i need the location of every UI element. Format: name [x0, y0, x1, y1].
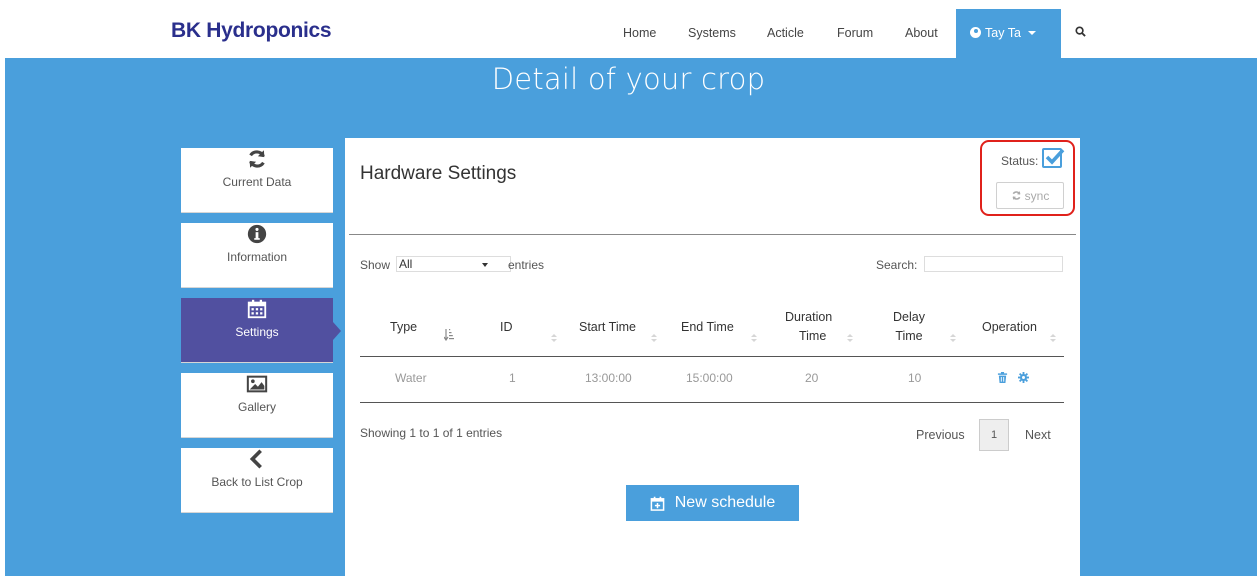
panel-title: Hardware Settings: [360, 163, 517, 184]
calendar-icon: [247, 299, 267, 319]
sidebar-label-information: Information: [226, 250, 288, 264]
sync-button[interactable]: sync: [996, 182, 1064, 209]
cell-duration: 20: [805, 371, 819, 385]
brand-logo[interactable]: BK Hydroponics: [171, 19, 332, 43]
th-start-time[interactable]: Start Time: [579, 318, 636, 337]
cell-start-time: 13:00:00: [585, 371, 632, 385]
cell-type: Water: [395, 371, 427, 385]
entries-label: entries: [508, 258, 545, 272]
table-info: Showing 1 to 1 of 1 entries: [360, 426, 503, 440]
sidebar-item-settings[interactable]: Settings: [181, 298, 341, 363]
sidebar-item-current-data[interactable]: Current Data: [181, 148, 333, 213]
th-end-time[interactable]: End Time: [681, 318, 734, 337]
cell-id: 1: [509, 371, 516, 385]
sidebar-label-back-to-list: Back to List Crop: [211, 475, 303, 489]
sidebar-label-gallery: Gallery: [237, 400, 276, 414]
pagination-page-1[interactable]: 1: [979, 419, 1009, 451]
nav-systems[interactable]: Systems: [688, 26, 736, 40]
info-icon: [247, 224, 267, 244]
sort-icon: [751, 334, 757, 344]
sort-icon: [950, 334, 956, 344]
th-operation[interactable]: Operation: [982, 318, 1037, 337]
sidebar-label-current-data: Current Data: [222, 175, 292, 189]
status-label: Status:: [1001, 154, 1039, 168]
sort-icon: [651, 334, 657, 344]
checkmark-icon: [1045, 148, 1065, 165]
trash-icon[interactable]: [997, 372, 1008, 383]
sort-icon: [551, 334, 557, 344]
table-header-divider: [360, 356, 1064, 357]
pagination-previous[interactable]: Previous: [916, 428, 965, 442]
th-duration-time[interactable]: Duration Time: [785, 308, 832, 346]
chevron-left-icon: [249, 449, 262, 469]
sidebar-item-gallery[interactable]: Gallery: [181, 373, 333, 438]
th-id[interactable]: ID: [500, 318, 513, 337]
gear-icon[interactable]: [1018, 372, 1029, 383]
refresh-icon: [249, 150, 265, 168]
user-name: Tay Ta: [985, 26, 1021, 40]
sidebar-item-back-to-list[interactable]: Back to List Crop: [181, 448, 333, 513]
entries-select-value: All: [399, 257, 413, 271]
cell-delay: 10: [908, 371, 922, 385]
image-icon: [246, 375, 268, 393]
table-bottom-divider: [360, 402, 1064, 403]
new-schedule-button[interactable]: New schedule: [626, 485, 799, 521]
pagination-next[interactable]: Next: [1025, 428, 1051, 442]
calendar-plus-icon: [650, 496, 665, 511]
sort-icon: [1050, 334, 1056, 344]
status-checkbox[interactable]: [1042, 148, 1065, 168]
crop-sidebar: Current Data Information Settings Galler…: [181, 138, 341, 513]
panel-divider: [349, 234, 1076, 235]
cell-end-time: 15:00:00: [686, 371, 733, 385]
top-navbar: BK Hydroponics Home Systems Acticle Foru…: [0, 0, 1257, 58]
page-title: Detail of your crop: [491, 62, 766, 96]
show-label: Show: [360, 258, 391, 272]
sort-icon: [847, 334, 853, 344]
user-icon: [970, 27, 981, 38]
sync-label: sync: [1024, 188, 1050, 203]
nav-home[interactable]: Home: [623, 26, 656, 40]
nav-about[interactable]: About: [905, 26, 938, 40]
th-delay-time[interactable]: Delay Time: [893, 308, 925, 346]
refresh-icon: [1012, 191, 1021, 200]
search-label: Search:: [876, 258, 918, 272]
nav-forum[interactable]: Forum: [837, 26, 873, 40]
user-menu-dropdown[interactable]: Tay Ta: [956, 9, 1061, 58]
search-icon[interactable]: [1075, 26, 1086, 37]
nav-acticle[interactable]: Acticle: [767, 26, 804, 40]
sidebar-label-settings: Settings: [235, 325, 279, 339]
th-type[interactable]: Type: [390, 318, 417, 337]
sort-desc-icon: [444, 329, 454, 341]
table-search-input[interactable]: [924, 256, 1063, 272]
new-schedule-label: New schedule: [674, 494, 776, 511]
caret-down-icon: [1027, 31, 1036, 35]
hardware-settings-panel: Hardware Settings Status: sync Show All …: [345, 138, 1080, 576]
entries-select[interactable]: All: [396, 256, 511, 272]
select-caret-icon: [482, 263, 488, 267]
sidebar-item-information[interactable]: Information: [181, 223, 333, 288]
